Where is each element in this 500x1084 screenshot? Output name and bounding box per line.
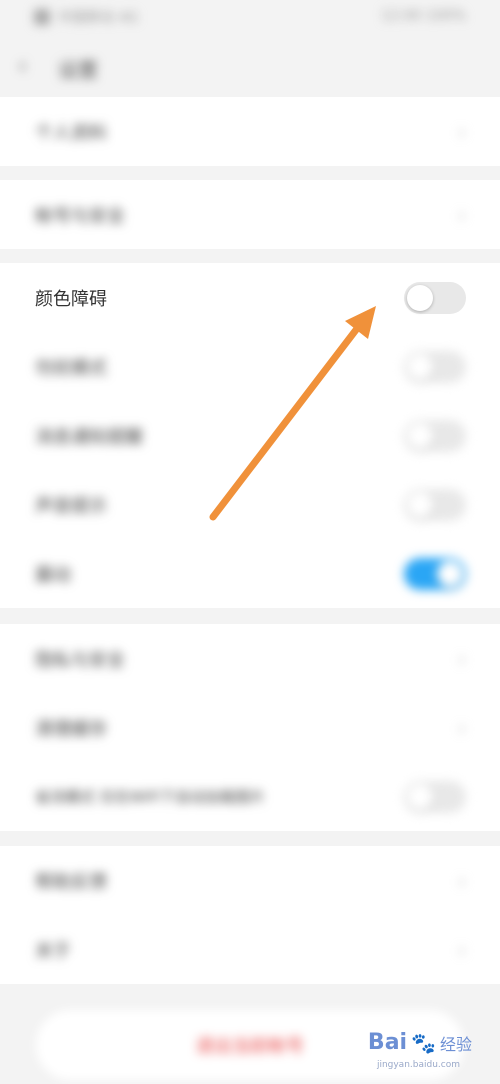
baidu-watermark: Bai 🐾 经验 [368, 1030, 472, 1055]
watermark-url: jingyan.baidu.com [376, 1060, 460, 1070]
watermark-suffix: 经验 [439, 1034, 472, 1054]
annotation-arrow-icon [209, 306, 376, 521]
watermark-brand: Bai [367, 1030, 408, 1055]
paw-icon: 🐾 [411, 1030, 436, 1055]
